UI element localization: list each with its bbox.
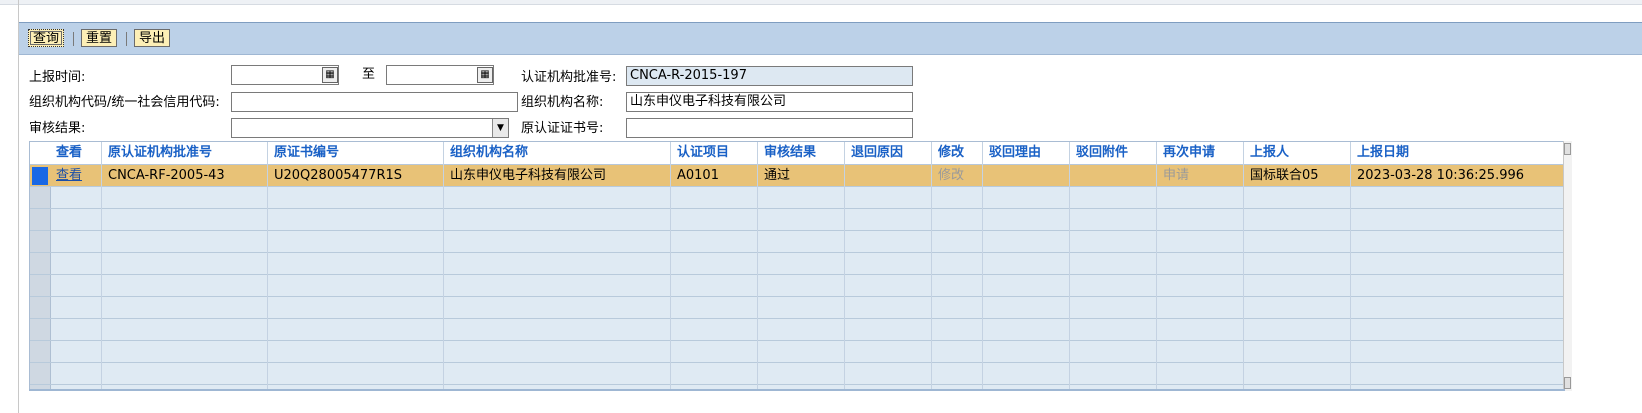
org-code-label: 组织机构代码/统一社会信用代码: <box>29 95 220 110</box>
col-header-reject-attachment[interactable]: 驳回附件 <box>1070 142 1157 164</box>
cell-reject-attachment <box>1070 165 1157 187</box>
cell-return-reason <box>845 165 932 187</box>
cell-cert-item: A0101 <box>671 165 758 187</box>
empty-row <box>30 209 1564 231</box>
col-header-reject-reason[interactable]: 驳回理由 <box>983 142 1070 164</box>
col-header-reporter[interactable]: 上报人 <box>1244 142 1351 164</box>
report-time-label: 上报时间: <box>29 70 86 85</box>
empty-row <box>30 231 1564 253</box>
cert-body-approval-field: CNCA-R-2015-197 <box>626 66 913 86</box>
grid-column-line <box>844 164 845 390</box>
cell-orig-cert-no: U20Q28005477R1S <box>268 165 444 187</box>
col-header-orig-cert-no[interactable]: 原证书编号 <box>268 142 444 164</box>
col-header-return-reason[interactable]: 退回原因 <box>845 142 932 164</box>
export-button[interactable]: 导出 <box>134 29 171 47</box>
reset-button[interactable]: 重置 <box>81 29 118 47</box>
review-result-label: 审核结果: <box>29 121 86 136</box>
cert-body-approval-label: 认证机构批准号: <box>521 70 617 85</box>
grid-column-line <box>1069 164 1070 390</box>
col-header-modify[interactable]: 修改 <box>932 142 983 164</box>
col-header-view[interactable]: 查看 <box>50 142 102 164</box>
cell-org-name: 山东申仪电子科技有限公司 <box>444 165 671 187</box>
org-name-input[interactable]: 山东申仪电子科技有限公司 <box>626 92 913 112</box>
grid-column-line <box>1156 164 1157 390</box>
orig-cert-no-label: 原认证证书号: <box>521 121 604 136</box>
chevron-down-icon[interactable]: ▼ <box>492 119 508 137</box>
reapply-link[interactable]: 申请 <box>1157 165 1244 187</box>
toolbar-separator <box>73 32 74 46</box>
query-button[interactable]: 查询 <box>28 29 65 47</box>
review-result-select[interactable]: ▼ <box>231 118 509 138</box>
toolbar-separator <box>126 32 127 46</box>
row-selected-marker <box>32 167 48 185</box>
grid-column-line <box>267 164 268 390</box>
grid-column-line <box>757 164 758 390</box>
review-result-value <box>232 120 235 135</box>
scroll-down-button[interactable] <box>1564 377 1571 389</box>
to-label: 至 <box>362 67 376 82</box>
table-row[interactable]: 查看 CNCA-RF-2005-43 U20Q28005477R1S 山东申仪电… <box>30 165 1564 187</box>
grid-vertical-scrollbar[interactable] <box>1563 141 1572 391</box>
cell-orig-approval-no: CNCA-RF-2005-43 <box>102 165 268 187</box>
results-grid: 查看 原认证机构批准号 原证书编号 组织机构名称 认证项目 审核结果 退回原因 … <box>29 141 1565 391</box>
grid-column-line <box>443 164 444 390</box>
grid-column-line <box>1350 164 1351 390</box>
col-header-org-name[interactable]: 组织机构名称 <box>444 142 671 164</box>
grid-bottom-border <box>29 389 1565 391</box>
col-header-cert-item[interactable]: 认证项目 <box>671 142 758 164</box>
cell-report-date: 2023-03-28 10:36:25.996 <box>1357 168 1525 183</box>
modify-link[interactable]: 修改 <box>932 165 983 187</box>
empty-row <box>30 297 1564 319</box>
empty-row <box>30 187 1564 209</box>
col-header-report-date[interactable]: 上报日期 <box>1351 142 1564 164</box>
org-code-input[interactable] <box>231 92 518 112</box>
query-panel: 查询 重置 导出 上报时间: ▦ 至 ▦ 认证机构批准号: CNCA-R-201… <box>19 22 1642 413</box>
empty-row <box>30 319 1564 341</box>
calendar-icon[interactable]: ▦ <box>322 67 338 83</box>
cell-reject-reason <box>983 165 1070 187</box>
cell-reporter: 国标联合05 <box>1244 165 1351 187</box>
toolbar: 查询 重置 导出 <box>19 22 1642 55</box>
grid-column-line <box>670 164 671 390</box>
col-header-review-result[interactable]: 审核结果 <box>758 142 845 164</box>
view-link[interactable]: 查看 <box>50 165 102 187</box>
grid-column-line <box>931 164 932 390</box>
empty-row <box>30 363 1564 385</box>
calendar-icon[interactable]: ▦ <box>477 67 493 83</box>
grid-column-line <box>1243 164 1244 390</box>
scroll-up-button[interactable] <box>1564 143 1571 155</box>
grid-column-line <box>982 164 983 390</box>
grid-column-line <box>101 164 102 390</box>
top-border <box>0 0 1642 5</box>
empty-row <box>30 275 1564 297</box>
org-name-label: 组织机构名称: <box>521 95 604 110</box>
grid-header: 查看 原认证机构批准号 原证书编号 组织机构名称 认证项目 审核结果 退回原因 … <box>30 142 1564 165</box>
cell-review-result: 通过 <box>758 165 845 187</box>
col-header-orig-approval-no[interactable]: 原认证机构批准号 <box>102 142 268 164</box>
orig-cert-no-input[interactable] <box>626 118 913 138</box>
col-header-reapply[interactable]: 再次申请 <box>1157 142 1244 164</box>
empty-row <box>30 341 1564 363</box>
empty-row <box>30 253 1564 275</box>
